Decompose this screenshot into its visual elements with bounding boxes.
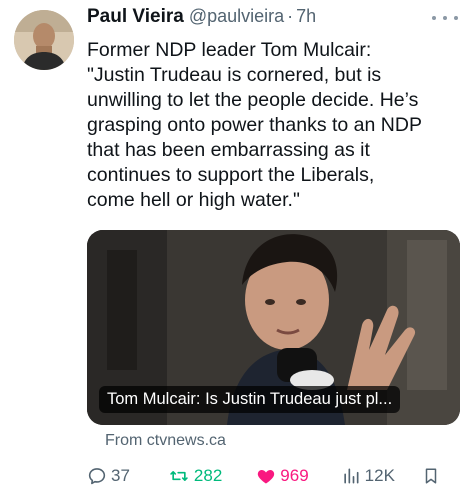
- author-name[interactable]: Paul Vieira: [87, 6, 184, 28]
- reply-icon: [88, 468, 106, 485]
- retweet-count: 282: [193, 466, 223, 485]
- tweet-body: Paul Vieira @paulvieira · 7h Former NDP …: [87, 6, 462, 213]
- tweet-text: Former NDP leader Tom Mulcair: "Justin T…: [87, 38, 459, 213]
- card-source[interactable]: From ctvnews.ca: [105, 432, 226, 450]
- card-caption: Tom Mulcair: Is Justin Trudeau just pl..…: [99, 386, 401, 413]
- tweet-text-line: come hell or high water.": [87, 189, 300, 211]
- retweet-button[interactable]: 282: [168, 466, 222, 486]
- reply-button[interactable]: 37: [87, 466, 130, 486]
- author-handle[interactable]: @paulvieira: [189, 6, 284, 27]
- like-button[interactable]: 969: [256, 466, 309, 486]
- retweet-icon: [170, 471, 188, 481]
- more-options-button[interactable]: [432, 10, 458, 26]
- views-bars-icon: [344, 468, 359, 484]
- like-count: 969: [280, 466, 309, 485]
- link-card[interactable]: Tom Mulcair: Is Justin Trudeau just pl..…: [87, 230, 460, 425]
- heart-filled-icon: [258, 470, 275, 484]
- views-button[interactable]: 12K: [341, 466, 395, 486]
- tweet-text-line: grasping onto power thanks to an NDP: [87, 114, 422, 136]
- tweet-text-line: continues to support the Liberals,: [87, 164, 375, 186]
- more-dot-icon: [443, 16, 447, 20]
- tweet-header: Paul Vieira @paulvieira · 7h: [87, 6, 462, 32]
- bookmark-icon: [425, 468, 437, 484]
- post-time[interactable]: 7h: [296, 6, 316, 27]
- action-bar: 37 282 969 12K: [87, 462, 459, 490]
- more-dot-icon: [454, 16, 458, 20]
- reply-count: 37: [111, 466, 130, 485]
- more-dot-icon: [432, 16, 436, 20]
- bookmark-button[interactable]: [422, 466, 440, 486]
- tweet-text-line: that has been embarrassing as it: [87, 139, 370, 161]
- author-avatar[interactable]: [14, 10, 74, 70]
- views-count: 12K: [364, 466, 395, 485]
- tweet-text-line: "Justin Trudeau is cornered, but is: [87, 64, 382, 86]
- separator-dot: ·: [287, 6, 294, 26]
- tweet-text-line: Former NDP leader Tom Mulcair:: [87, 39, 372, 61]
- tweet-text-line: unwilling to let the people decide. He’s: [87, 89, 419, 111]
- avatar-photo: [14, 10, 74, 70]
